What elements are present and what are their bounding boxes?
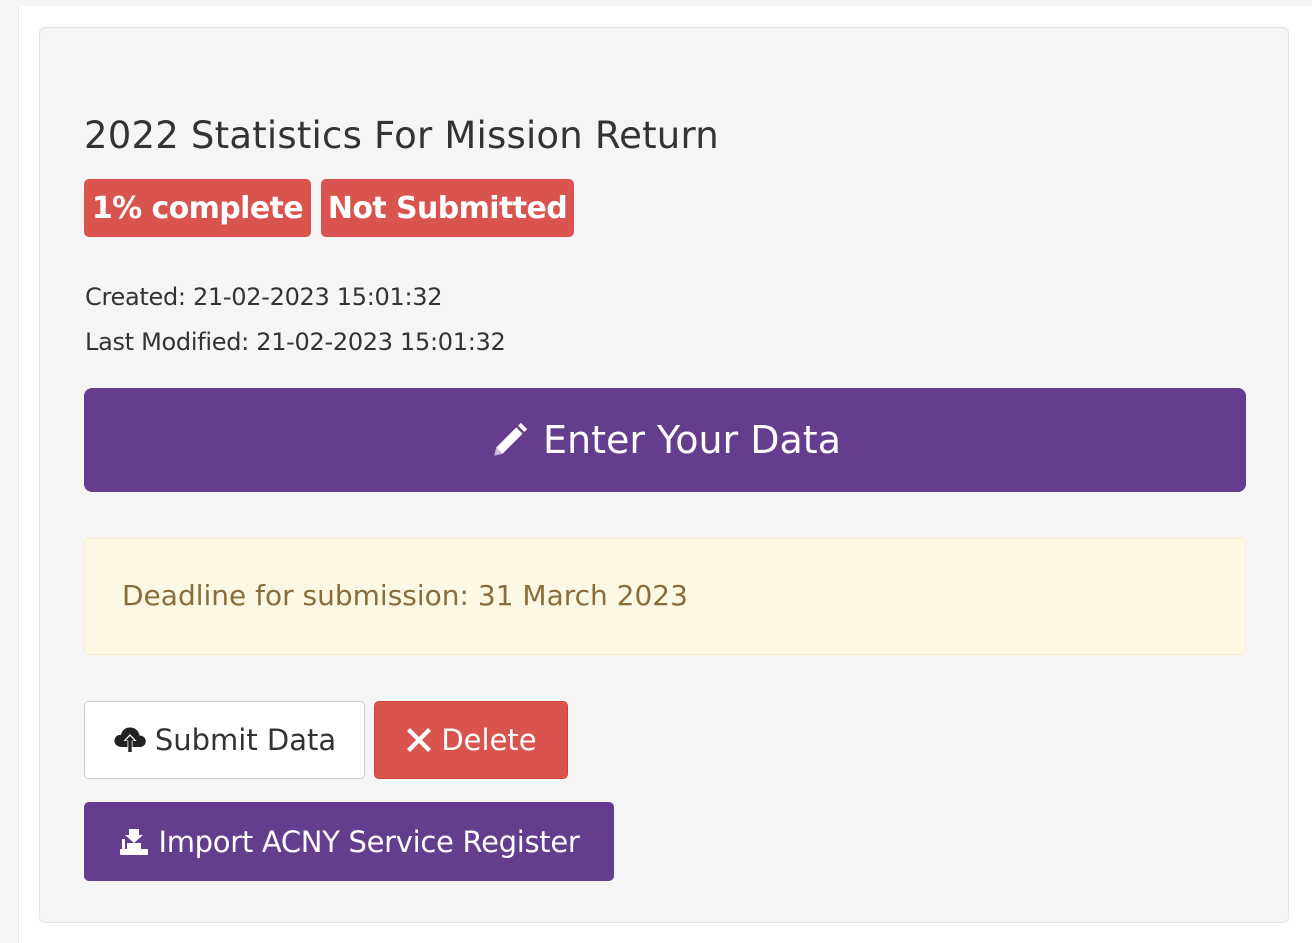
enter-data-label: Enter Your Data [542, 418, 841, 462]
progress-badge: 1% complete [84, 179, 311, 237]
cloud-upload-icon [113, 725, 147, 755]
page: 2022 Statistics For Mission Return 1% co… [0, 0, 1312, 943]
enter-data-button[interactable]: Enter Your Data [84, 388, 1246, 492]
modified-timestamp: Last Modified: 21-02-2023 15:01:32 [85, 328, 506, 356]
delete-label: Delete [441, 723, 537, 757]
left-edge [0, 0, 19, 943]
close-icon [405, 726, 433, 754]
import-icon [118, 827, 150, 857]
submit-data-label: Submit Data [154, 723, 337, 757]
deadline-text: Deadline for submission: 31 March 2023 [122, 579, 688, 612]
page-title: 2022 Statistics For Mission Return [84, 114, 719, 157]
submit-data-button[interactable]: Submit Data [84, 701, 365, 779]
deadline-alert: Deadline for submission: 31 March 2023 [84, 538, 1246, 655]
top-edge [18, 0, 1312, 6]
import-register-button[interactable]: Import ACNY Service Register [84, 802, 614, 881]
status-badge: Not Submitted [321, 179, 574, 237]
import-label: Import ACNY Service Register [158, 824, 580, 859]
created-timestamp: Created: 21-02-2023 15:01:32 [85, 283, 443, 311]
delete-button[interactable]: Delete [374, 701, 568, 779]
pencil-icon [489, 419, 531, 461]
